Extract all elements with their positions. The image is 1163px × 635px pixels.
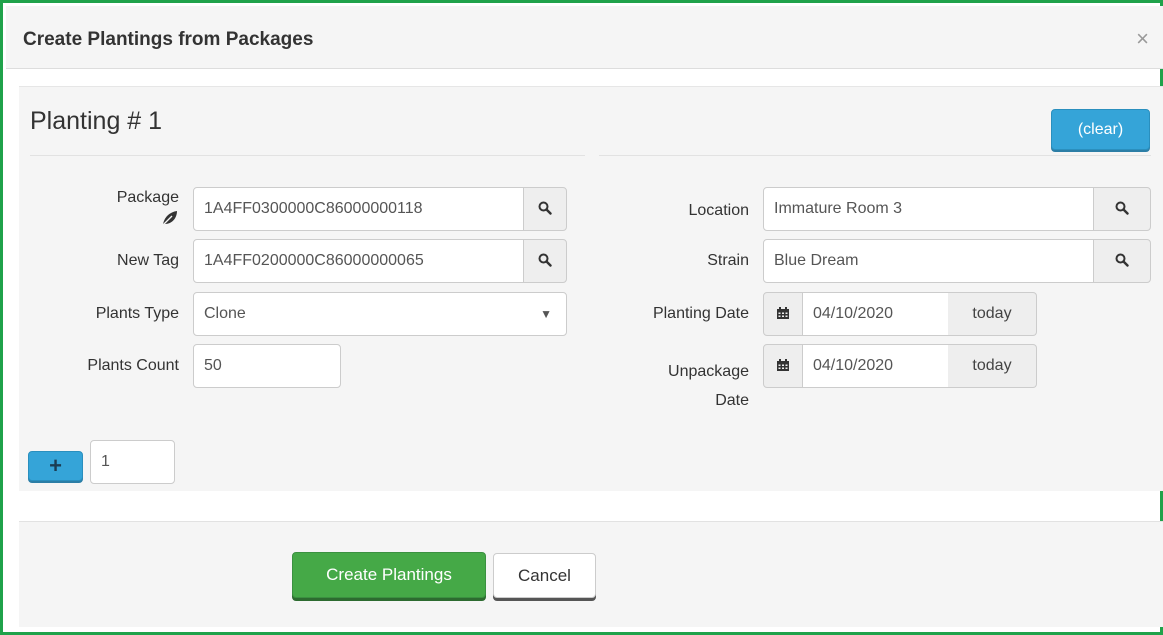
search-icon	[538, 200, 552, 217]
new-tag-label: New Tag	[117, 252, 179, 269]
strain-input[interactable]: Blue Dream	[763, 239, 1094, 283]
package-input[interactable]: 1A4FF0300000C86000000118	[193, 187, 524, 231]
dialog-frame: Create Plantings from Packages × Plantin…	[0, 0, 1163, 635]
unpackage-date-calendar-button[interactable]	[763, 344, 803, 388]
unpackage-date-label: Unpackage Date	[609, 357, 749, 415]
search-icon	[1115, 252, 1129, 269]
close-icon[interactable]: ×	[1136, 26, 1149, 52]
plants-count-input[interactable]: 50	[193, 344, 341, 388]
unpackage-date-label-line1: Unpackage	[668, 363, 749, 380]
create-plantings-button[interactable]: Create Plantings	[292, 552, 486, 598]
unpackage-date-label-line2: Date	[715, 392, 749, 409]
dialog-title: Create Plantings from Packages	[23, 29, 314, 50]
location-search-button[interactable]	[1093, 187, 1151, 231]
planting-date-label: Planting Date	[652, 305, 749, 322]
plants-type-label: Plants Type	[95, 305, 179, 322]
divider-left	[30, 155, 585, 156]
strain-label: Strain	[707, 252, 749, 269]
leaf-icon	[161, 209, 179, 227]
strain-search-button[interactable]	[1093, 239, 1151, 283]
dialog-footer: Create Plantings Cancel	[19, 521, 1163, 627]
plants-type-value: Clone	[204, 305, 246, 322]
divider-right	[599, 155, 1151, 156]
add-row-strip	[19, 433, 1163, 491]
planting-panel: Planting # 1 (clear) Package 1A4FF030000…	[19, 86, 1163, 433]
calendar-icon	[776, 305, 790, 322]
planting-date-input[interactable]: 04/10/2020	[803, 292, 949, 336]
add-count-input[interactable]: 1	[90, 440, 175, 484]
plus-icon: +	[49, 453, 62, 478]
new-tag-search-button[interactable]	[523, 239, 567, 283]
planting-date-calendar-button[interactable]	[763, 292, 803, 336]
calendar-icon	[776, 357, 790, 374]
search-icon	[538, 252, 552, 269]
search-icon	[1115, 200, 1129, 217]
cancel-button[interactable]: Cancel	[493, 553, 596, 598]
unpackage-date-today-button[interactable]: today	[948, 344, 1037, 388]
new-tag-input[interactable]: 1A4FF0200000C86000000065	[193, 239, 524, 283]
location-input[interactable]: Immature Room 3	[763, 187, 1094, 231]
package-label: Package	[116, 189, 179, 206]
add-planting-button[interactable]: +	[28, 451, 83, 481]
planting-heading: Planting # 1	[30, 107, 163, 135]
plants-type-select[interactable]: Clone ▼	[193, 292, 567, 336]
plants-count-label: Plants Count	[87, 357, 179, 374]
dropdown-caret-icon: ▼	[540, 307, 552, 321]
clear-button[interactable]: (clear)	[1051, 109, 1150, 150]
dialog-header: Create Plantings from Packages ×	[6, 6, 1163, 69]
unpackage-date-input[interactable]: 04/10/2020	[803, 344, 949, 388]
package-search-button[interactable]	[523, 187, 567, 231]
planting-date-today-button[interactable]: today	[948, 292, 1037, 336]
location-label: Location	[688, 202, 750, 219]
